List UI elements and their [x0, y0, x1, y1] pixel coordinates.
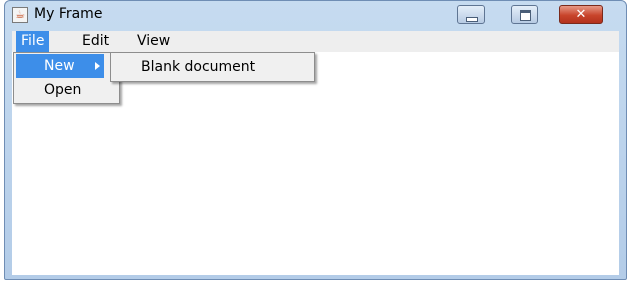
- menu-file[interactable]: File: [16, 31, 50, 52]
- title-bar[interactable]: ☕ My Frame ✕: [5, 1, 626, 29]
- menu-item-blank-document[interactable]: Blank document: [113, 55, 312, 79]
- menu-item-open[interactable]: Open: [16, 78, 116, 102]
- minimize-button[interactable]: [457, 5, 485, 24]
- window-title: My Frame: [34, 6, 103, 22]
- maximize-icon: [520, 10, 531, 21]
- new-submenu-popup: Blank document: [110, 52, 315, 82]
- minimize-icon: [466, 17, 478, 22]
- app-window: ☕ My Frame ✕ File Edit View: [4, 0, 627, 280]
- menu-item-new-label: New: [44, 58, 75, 74]
- maximize-button[interactable]: [511, 5, 538, 24]
- file-menu-popup: New Open: [13, 52, 120, 104]
- menu-item-new[interactable]: New: [16, 54, 104, 78]
- submenu-arrow-icon: [95, 62, 100, 70]
- menu-view[interactable]: View: [132, 31, 175, 52]
- close-icon: ✕: [575, 7, 587, 22]
- menu-bar: File Edit View: [12, 31, 619, 52]
- menu-edit[interactable]: Edit: [77, 31, 114, 52]
- close-button[interactable]: ✕: [559, 5, 603, 24]
- java-icon[interactable]: ☕: [12, 7, 28, 23]
